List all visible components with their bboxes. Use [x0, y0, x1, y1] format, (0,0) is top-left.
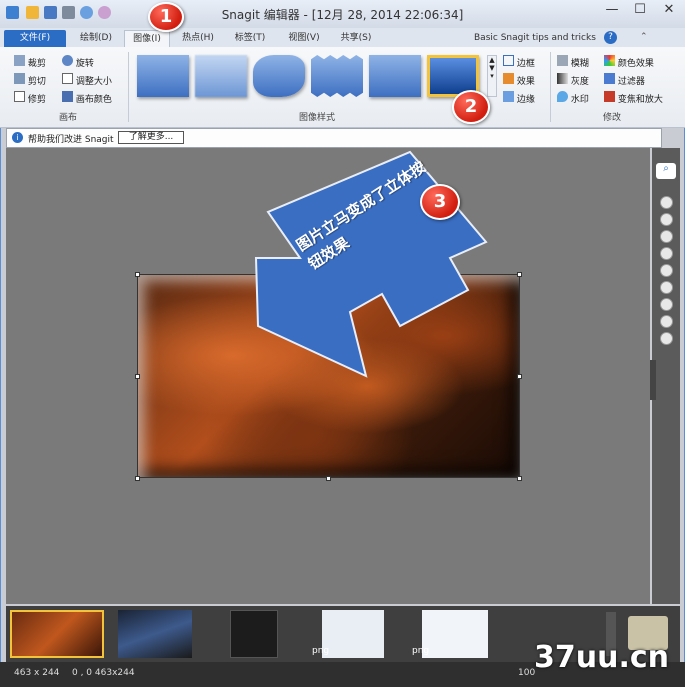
edges-button[interactable]: 边缘 [503, 91, 535, 105]
resize-handle[interactable] [517, 476, 522, 481]
minimize-button[interactable]: — [598, 0, 626, 22]
quick-style-icon[interactable] [660, 247, 673, 260]
quick-style-icon[interactable] [660, 230, 673, 243]
color-effects-button[interactable]: 颜色效果 [604, 55, 654, 69]
rotate-button[interactable]: 旋转 [62, 55, 94, 69]
quick-style-icon[interactable] [660, 196, 673, 209]
filmstrip-item[interactable] [118, 610, 192, 658]
step-badge-2: 2 [452, 90, 490, 124]
crop-button[interactable]: 裁剪 [14, 55, 46, 69]
trim-icon [14, 91, 25, 102]
status-zoom[interactable]: 100 [518, 668, 535, 678]
filmstrip-item[interactable] [322, 610, 384, 658]
resize-handle[interactable] [135, 374, 140, 379]
resize-icon [62, 73, 73, 84]
style-thumb-soft-edge[interactable] [195, 55, 247, 97]
ribbon-divider [550, 52, 551, 122]
watermark-button[interactable]: 水印 [557, 91, 589, 105]
callout-arrow [254, 150, 488, 378]
quick-style-icon[interactable] [660, 281, 673, 294]
edges-icon [503, 91, 514, 102]
filters-icon [604, 73, 615, 84]
quick-style-icon[interactable] [660, 213, 673, 226]
canvas-color-button[interactable]: 画布颜色 [62, 91, 112, 105]
quick-style-icon[interactable] [660, 264, 673, 277]
image-styles-group-title: 图像样式 [298, 113, 335, 123]
status-dimensions: 463 x 244 [14, 668, 60, 678]
tab-hotspot[interactable]: 热点(H) [176, 30, 220, 47]
resize-handle[interactable] [135, 476, 140, 481]
border-icon [503, 55, 514, 66]
gallery-scroll[interactable]: ▲ ▼ ▾ [487, 55, 497, 97]
resize-handle[interactable] [135, 272, 140, 277]
style-thumb-torn[interactable] [253, 55, 305, 97]
quick-style-icon[interactable] [660, 315, 673, 328]
border-button[interactable]: 边框 [503, 55, 535, 69]
canvas-group-title: 画布 [58, 113, 77, 123]
canvas-color-icon [62, 91, 73, 102]
style-thumb-shadow[interactable] [369, 55, 421, 97]
effects-button[interactable]: 效果 [503, 73, 535, 87]
watermark-icon [557, 91, 568, 102]
resize-handle[interactable] [326, 476, 331, 481]
tab-share[interactable]: 共享(S) [334, 30, 378, 47]
tab-file[interactable]: 文件(F) [4, 30, 66, 47]
filmstrip-item-label: png [312, 646, 330, 656]
step-badge-3: 3 [420, 184, 460, 220]
tab-draw[interactable]: 绘制(D) [72, 30, 120, 47]
maximize-button[interactable]: ☐ [626, 0, 654, 22]
learn-more-button[interactable]: 了解更多... [118, 131, 184, 144]
site-watermark: 37uu.cn [534, 640, 669, 675]
blur-button[interactable]: 模糊 [557, 55, 589, 69]
grayscale-button[interactable]: 灰度 [557, 73, 589, 87]
rotate-icon [62, 55, 73, 66]
blur-icon [557, 55, 568, 66]
resize-button[interactable]: 调整大小 [62, 73, 112, 87]
trim-button[interactable]: 修剪 [14, 91, 46, 105]
color-effects-icon [604, 55, 615, 66]
filmstrip-item-label: png [412, 646, 430, 656]
close-button[interactable]: ✕ [654, 0, 684, 22]
spotlight-magnify-button[interactable]: 变焦和放大 [604, 91, 663, 105]
tab-image[interactable]: 图像(I) [124, 30, 170, 48]
ribbon-collapse-icon[interactable]: ⌃ [640, 32, 648, 42]
cutout-icon [14, 73, 25, 84]
modify-group-title: 修改 [602, 113, 621, 123]
tab-tags[interactable]: 标签(T) [228, 30, 272, 47]
window-title: Snagit 编辑器 - [12月 28, 2014 22:06:34] [221, 8, 464, 22]
quick-style-icon[interactable] [660, 332, 673, 345]
filmstrip-item-selected[interactable] [10, 610, 104, 658]
style-thumb-zigzag[interactable] [311, 55, 363, 97]
panel-collapse-handle[interactable] [650, 360, 656, 400]
style-thumb-perspective[interactable] [137, 55, 189, 97]
grayscale-icon [557, 73, 568, 84]
spotlight-icon [604, 91, 615, 102]
resize-handle[interactable] [517, 272, 522, 277]
effects-icon [503, 73, 514, 84]
cutout-button[interactable]: 剪切 [14, 73, 46, 87]
step-badge-1: 1 [148, 2, 184, 32]
help-icon[interactable]: ? [604, 31, 617, 44]
quick-style-icon[interactable] [660, 298, 673, 311]
help-link[interactable]: Basic Snagit tips and tricks [474, 33, 596, 43]
tab-view[interactable]: 视图(V) [282, 30, 326, 47]
ribbon-divider [128, 52, 129, 122]
filmstrip-item[interactable] [422, 610, 488, 658]
search-icon[interactable]: ⌕ [656, 163, 676, 179]
filters-button[interactable]: 过滤器 [604, 73, 645, 87]
filmstrip-item[interactable] [230, 610, 278, 658]
resize-handle[interactable] [517, 374, 522, 379]
status-position: 0 , 0 463x244 [72, 668, 135, 678]
info-icon: i [12, 132, 23, 143]
info-text: 帮助我们改进 Snagit [28, 135, 114, 145]
crop-icon [14, 55, 25, 66]
